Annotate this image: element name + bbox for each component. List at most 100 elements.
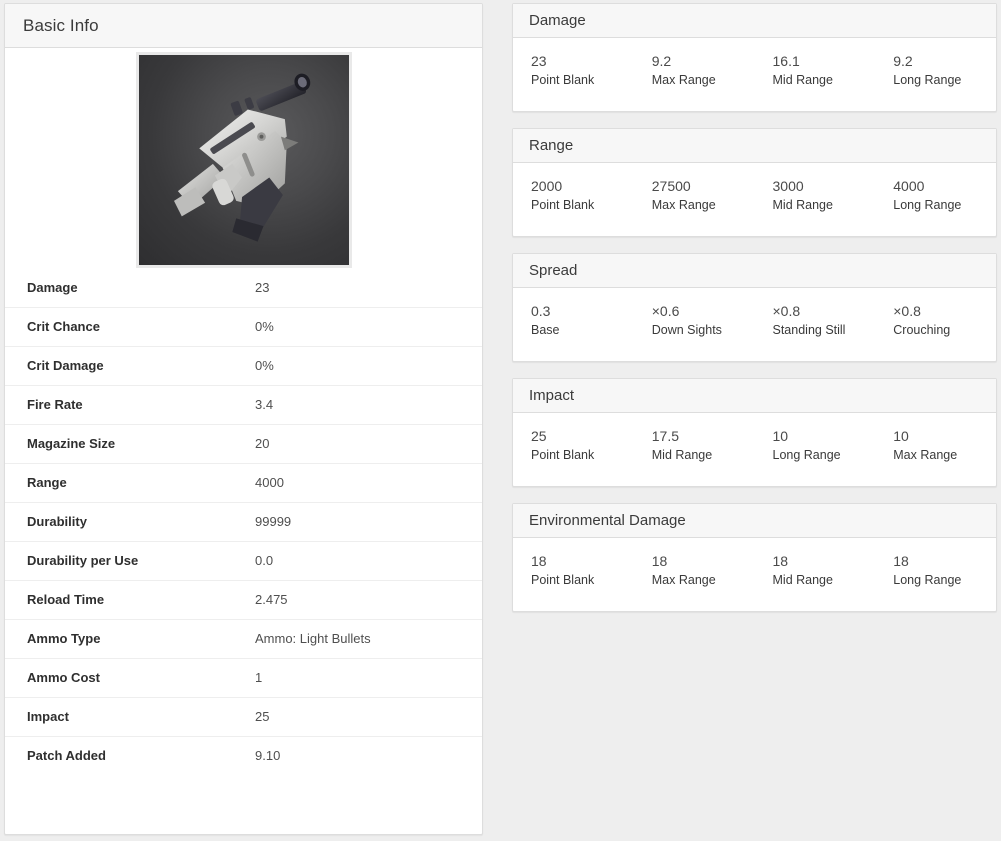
weapon-stats-page: Basic Info Damage 23 Crit Chance 0% Crit…	[0, 0, 1001, 841]
stat-cell: 27500 Max Range	[634, 177, 755, 214]
table-row: Magazine Size 20	[5, 423, 482, 463]
stat-cell: 18 Long Range	[875, 552, 996, 589]
card-title: Impact	[529, 387, 575, 404]
stat-cell-value: 23	[531, 53, 547, 69]
stat-label: Durability per Use	[5, 540, 255, 580]
table-row: Crit Damage 0%	[5, 345, 482, 385]
card-body: 23 Point Blank 9.2 Max Range 16.1 Mid Ra…	[513, 38, 996, 111]
table-row: Patch Added 9.10	[5, 735, 482, 775]
stat-cell: 0.3 Base	[513, 302, 634, 339]
stat-cell-value: 2000	[531, 178, 563, 194]
stat-value: 20	[255, 423, 482, 463]
card-body: 0.3 Base ×0.6 Down Sights ×0.8 Standing …	[513, 288, 996, 361]
stat-value: 0%	[255, 345, 482, 385]
stat-label: Reload Time	[5, 579, 255, 619]
stat-label: Damage	[27, 279, 78, 295]
stat-cell-value: 18	[651, 553, 668, 569]
stat-value: 0%	[255, 306, 482, 346]
table-row: Damage 23	[5, 268, 482, 307]
stat-cell-value: 10	[772, 428, 789, 444]
basic-info-header: Basic Info	[5, 4, 482, 48]
basic-info-panel: Basic Info Damage 23 Crit Chance 0% Crit…	[4, 3, 483, 835]
card-body: 25 Point Blank 17.5 Mid Range 10 Long Ra…	[513, 413, 996, 486]
stat-cell-label: Max Range	[651, 198, 716, 212]
stat-cell: 23 Point Blank	[513, 52, 634, 89]
weapon-illustration	[173, 73, 310, 242]
stat-card-impact: Impact 25 Point Blank 17.5 Mid Range 10 …	[512, 378, 997, 487]
stat-card-spread: Spread 0.3 Base ×0.6 Down Sights ×0.8 St…	[512, 253, 997, 362]
stat-cell: 10 Long Range	[755, 427, 876, 464]
stat-cell-label: Max Range	[651, 573, 716, 587]
stat-label: Durability	[5, 501, 255, 541]
stat-value: 3.4	[255, 384, 482, 424]
stats-table-body: Damage 23 Crit Chance 0% Crit Damage 0% …	[5, 268, 482, 775]
stat-cell-value: 25	[531, 428, 547, 444]
stat-cell-value: 4000	[893, 178, 925, 194]
stat-value: 99999	[255, 501, 482, 541]
stat-label: Ammo Type	[5, 618, 255, 658]
stat-cell-label: Mid Range	[772, 198, 833, 212]
stat-value: 0.0	[255, 540, 482, 580]
stat-cell: 3000 Mid Range	[755, 177, 876, 214]
card-header: Impact	[513, 379, 996, 413]
stat-cell: 10 Max Range	[875, 427, 996, 464]
stat-cell-label: Long Range	[893, 573, 962, 587]
stat-card-damage: Damage 23 Point Blank 9.2 Max Range 16.1…	[512, 3, 997, 112]
stat-value: Ammo: Light Bullets	[255, 618, 482, 658]
stat-cell: 4000 Long Range	[875, 177, 996, 214]
card-body: 18 Point Blank 18 Max Range 18 Mid Range…	[513, 538, 996, 611]
stat-cell-value: 9.2	[651, 53, 672, 69]
stat-cell-label: Long Range	[893, 73, 962, 87]
stat-cell: 18 Mid Range	[755, 552, 876, 589]
card-header: Environmental Damage	[513, 504, 996, 538]
stat-label: Magazine Size	[5, 423, 255, 463]
stat-cell-value: 17.5	[651, 428, 679, 444]
stat-label: Fire Rate	[5, 384, 255, 424]
stat-cell-value: ×0.6	[651, 303, 680, 319]
stat-cell-label: Mid Range	[651, 448, 713, 462]
stat-cell-label: Down Sights	[651, 323, 722, 337]
stat-value: 23	[255, 279, 270, 295]
weapon-image-container	[5, 48, 482, 268]
stat-cell: 18 Point Blank	[513, 552, 634, 589]
stat-cell-label: Mid Range	[772, 573, 833, 587]
stat-cell-label: Max Range	[893, 448, 958, 462]
weapon-render-image	[135, 52, 352, 268]
table-row: Ammo Cost 1	[5, 657, 482, 697]
table-row: Durability 99999	[5, 501, 482, 541]
basic-info-title: Basic Info	[23, 15, 99, 35]
stat-label: Ammo Cost	[5, 657, 255, 697]
stat-cell-label: Mid Range	[772, 73, 833, 87]
card-title: Environmental Damage	[529, 512, 686, 529]
table-row: Crit Chance 0%	[5, 306, 482, 346]
stat-cell-label: Point Blank	[531, 573, 595, 587]
table-row: Durability per Use 0.0	[5, 540, 482, 580]
stat-label: Crit Chance	[5, 306, 255, 346]
stat-cell-label: Max Range	[651, 73, 716, 87]
card-title: Spread	[529, 262, 578, 279]
stat-cell: 25 Point Blank	[513, 427, 634, 464]
card-header: Range	[513, 129, 996, 163]
stat-cell-value: 9.2	[893, 53, 913, 69]
stat-cell-value: 18	[772, 553, 789, 569]
card-header: Spread	[513, 254, 996, 288]
card-body: 2000 Point Blank 27500 Max Range 3000 Mi…	[513, 163, 996, 236]
stat-cell-label: Point Blank	[531, 198, 595, 212]
stat-cell: ×0.6 Down Sights	[634, 302, 755, 339]
table-row: Reload Time 2.475	[5, 579, 482, 619]
stat-value: 25	[255, 696, 482, 736]
stat-cell: 17.5 Mid Range	[634, 427, 755, 464]
stat-cell: 9.2 Long Range	[875, 52, 996, 89]
stat-cell: ×0.8 Crouching	[875, 302, 996, 339]
stat-label: Patch Added	[5, 735, 255, 775]
stat-cell-value: 3000	[772, 178, 804, 194]
table-row: Range 4000	[5, 462, 482, 502]
stat-label: Crit Damage	[5, 345, 255, 385]
stat-cell: 9.2 Max Range	[634, 52, 755, 89]
card-header: Damage	[513, 4, 996, 38]
stat-cell-label: Crouching	[893, 323, 951, 337]
stat-cell: 2000 Point Blank	[513, 177, 634, 214]
stat-cell-value: 16.1	[772, 53, 800, 69]
stat-label: Range	[5, 462, 255, 502]
stat-cell-value: 27500	[651, 178, 691, 194]
